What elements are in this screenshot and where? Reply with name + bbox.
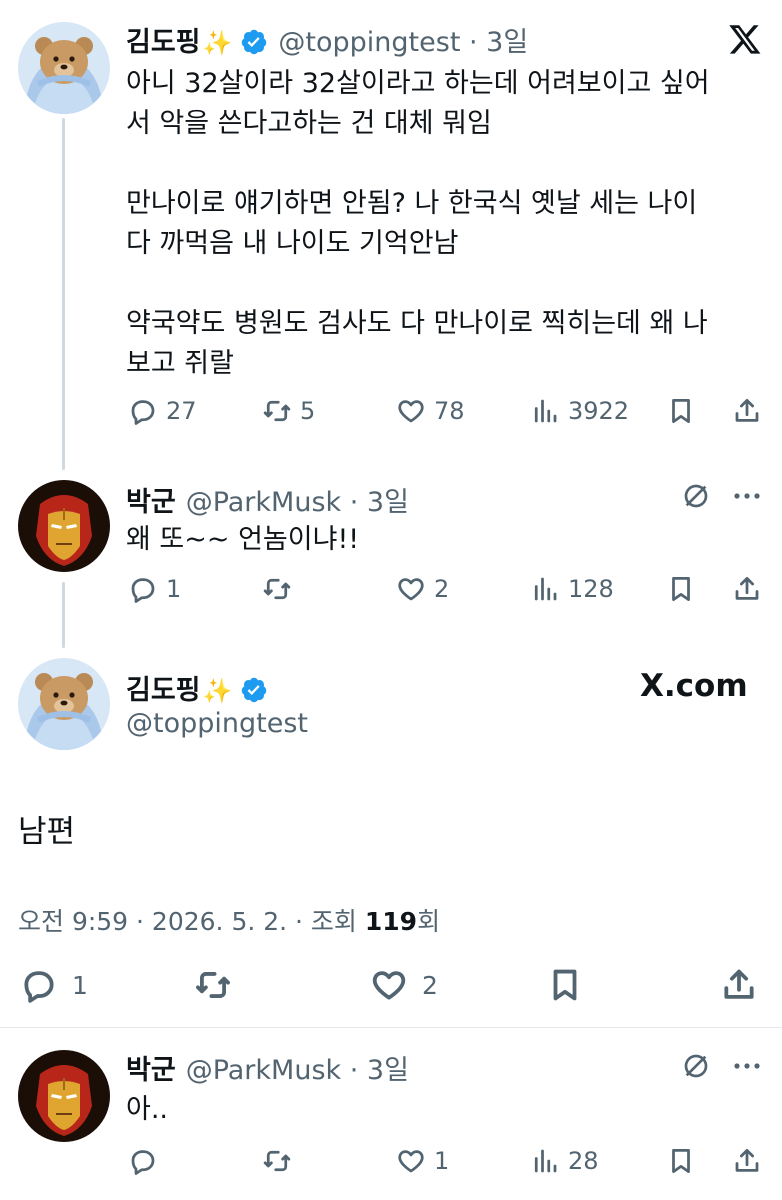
like-button[interactable]: 78 bbox=[396, 396, 465, 426]
like-button[interactable]: 1 bbox=[396, 1146, 449, 1176]
iron-man-avatar-icon bbox=[18, 1050, 110, 1142]
share-button[interactable] bbox=[732, 574, 762, 604]
like-count: 1 bbox=[434, 1147, 450, 1175]
views-button[interactable]: 3922 bbox=[530, 396, 629, 426]
timestamp[interactable]: 3일 bbox=[486, 27, 528, 58]
verified-badge-icon bbox=[242, 29, 267, 55]
grok-icon[interactable] bbox=[680, 480, 712, 512]
handle[interactable]: @ParkMusk bbox=[186, 487, 341, 518]
views-button[interactable]: 128 bbox=[530, 574, 614, 604]
handle[interactable]: @toppingtest bbox=[278, 27, 460, 58]
like-count: 78 bbox=[434, 397, 465, 425]
teddy-bear-avatar-icon bbox=[18, 22, 110, 114]
retweet-count: 5 bbox=[300, 397, 316, 425]
reply-count: 1 bbox=[166, 575, 182, 603]
reply-button[interactable]: 1 bbox=[20, 966, 88, 1004]
like-button[interactable]: 2 bbox=[396, 574, 449, 604]
share-button[interactable] bbox=[732, 396, 762, 426]
share-button[interactable] bbox=[732, 1146, 762, 1176]
heart-icon bbox=[398, 400, 424, 423]
views-icon bbox=[534, 399, 557, 423]
reply-icon bbox=[131, 578, 155, 603]
heart-icon bbox=[372, 971, 406, 1000]
timestamp[interactable]: 3일 bbox=[367, 487, 409, 518]
bookmark-button[interactable] bbox=[666, 396, 696, 426]
share-icon bbox=[735, 577, 759, 600]
bookmark-button[interactable] bbox=[666, 1146, 696, 1176]
views-icon bbox=[534, 1149, 557, 1173]
sparkle-emoji: ✨ bbox=[202, 29, 233, 57]
views-count: 3922 bbox=[568, 397, 630, 425]
thread-line bbox=[62, 582, 65, 648]
bookmark-icon bbox=[672, 1149, 690, 1173]
timestamp[interactable]: 3일 bbox=[367, 1055, 409, 1086]
retweet-button[interactable]: 5 bbox=[262, 396, 315, 426]
tweet-meta: 오전 9:59 · 2026. 5. 2. · 조회 119회 bbox=[18, 902, 440, 938]
avatar[interactable] bbox=[18, 480, 110, 572]
heart-icon bbox=[398, 1150, 424, 1173]
tweet-text: 왜 또~~ 언놈이냐!! bbox=[126, 524, 360, 555]
reply-button[interactable] bbox=[128, 1146, 158, 1176]
views-count: 28 bbox=[568, 1147, 599, 1175]
share-icon bbox=[735, 1149, 759, 1172]
bookmark-icon bbox=[553, 969, 577, 1001]
bookmark-icon bbox=[672, 399, 690, 423]
tweet-text: 아니 32살이라 32살이라고 하는데 어려보이고 싶어 서 악을 쓴다고하는 … bbox=[126, 68, 710, 379]
display-name[interactable]: 김도핑 bbox=[126, 27, 201, 58]
share-icon bbox=[724, 969, 754, 999]
tweet-text: 남편 bbox=[18, 814, 76, 850]
views-count: 128 bbox=[568, 575, 614, 603]
reply-count: 27 bbox=[166, 397, 197, 425]
iron-man-avatar-icon bbox=[18, 480, 110, 572]
display-name[interactable]: 김도핑 bbox=[126, 675, 201, 706]
retweet-icon bbox=[196, 972, 230, 998]
like-count: 2 bbox=[434, 575, 450, 603]
retweet-icon bbox=[263, 578, 291, 600]
view-suffix: 회 bbox=[417, 907, 441, 936]
retweet-button[interactable] bbox=[262, 574, 292, 604]
teddy-bear-avatar-icon bbox=[18, 658, 110, 750]
reply-button[interactable]: 1 bbox=[128, 574, 181, 604]
more-options-icon[interactable] bbox=[730, 1050, 764, 1082]
handle[interactable]: @toppingtest bbox=[126, 708, 308, 739]
retweet-button[interactable] bbox=[262, 1146, 292, 1176]
tweet-text: 아.. bbox=[126, 1094, 169, 1125]
display-name[interactable]: 박군 bbox=[126, 1055, 176, 1086]
share-button[interactable] bbox=[720, 966, 758, 1004]
reply-button[interactable]: 27 bbox=[128, 396, 197, 426]
divider bbox=[0, 1027, 782, 1028]
reply-icon bbox=[131, 400, 155, 425]
handle[interactable]: @ParkMusk bbox=[186, 1055, 341, 1086]
like-count: 2 bbox=[422, 970, 438, 1000]
heart-icon bbox=[398, 578, 424, 601]
retweet-icon bbox=[263, 400, 291, 422]
x-com-brand: X.com bbox=[640, 668, 748, 704]
grok-icon[interactable] bbox=[680, 1050, 712, 1082]
avatar[interactable] bbox=[18, 22, 110, 114]
bookmark-button[interactable] bbox=[546, 966, 584, 1004]
views-button[interactable]: 28 bbox=[530, 1146, 599, 1176]
reply-icon bbox=[131, 1150, 155, 1175]
reply-icon bbox=[24, 971, 54, 1003]
more-options-icon[interactable] bbox=[730, 480, 764, 512]
bookmark-button[interactable] bbox=[666, 574, 696, 604]
view-count: 119 bbox=[364, 907, 418, 936]
retweet-button[interactable] bbox=[194, 966, 232, 1004]
share-icon bbox=[735, 399, 759, 422]
display-name[interactable]: 박군 bbox=[126, 487, 176, 518]
thread-line bbox=[62, 118, 65, 470]
verified-badge-icon bbox=[242, 677, 267, 703]
avatar[interactable] bbox=[18, 658, 110, 750]
sparkle-emoji: ✨ bbox=[202, 677, 233, 705]
like-button[interactable]: 2 bbox=[370, 966, 438, 1004]
x-logo-icon bbox=[728, 22, 762, 56]
timestamp-date[interactable]: 오전 9:59 · 2026. 5. 2. · 조회 bbox=[18, 907, 365, 936]
avatar[interactable] bbox=[18, 1050, 110, 1142]
reply-count: 1 bbox=[72, 970, 88, 1000]
retweet-icon bbox=[263, 1150, 291, 1172]
x-com-label: X.com bbox=[640, 668, 748, 704]
bookmark-icon bbox=[672, 577, 690, 601]
views-icon bbox=[534, 577, 557, 601]
